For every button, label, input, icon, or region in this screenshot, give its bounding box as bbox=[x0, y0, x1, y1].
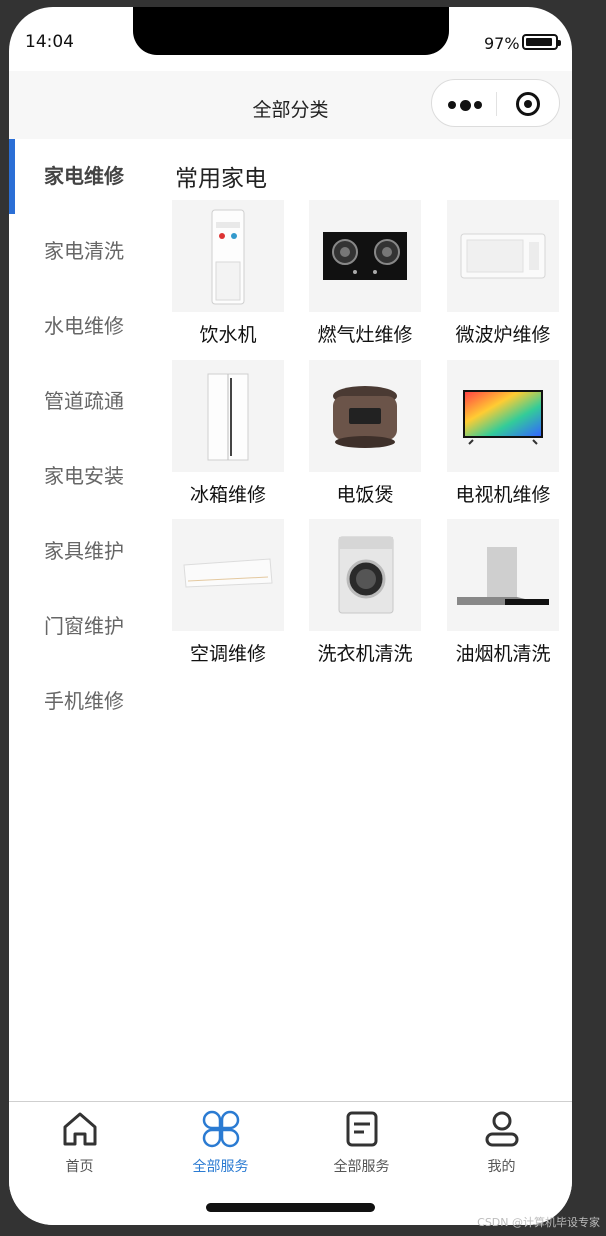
appliance-item[interactable]: 电视机维修 bbox=[447, 360, 559, 510]
sidebar-item-label: 家电安装 bbox=[44, 464, 124, 488]
tab-label: 全部服务 bbox=[192, 1159, 249, 1175]
appliance-item[interactable]: 饮水机 bbox=[172, 200, 284, 350]
appliance-item[interactable]: 洗衣机清洗 bbox=[309, 519, 421, 669]
watermark: CSDN @计算机毕设专家 bbox=[477, 1216, 600, 1229]
section-title: 常用家电 bbox=[175, 166, 267, 192]
document-icon bbox=[346, 1111, 378, 1147]
appliance-label: 冰箱维修 bbox=[189, 484, 266, 506]
appliance-label: 饮水机 bbox=[199, 324, 257, 346]
television-image bbox=[447, 360, 559, 472]
appliance-label: 微波炉维修 bbox=[455, 324, 551, 346]
sidebar-item-label: 管道疏通 bbox=[44, 389, 124, 413]
sidebar-item-label: 家电清洗 bbox=[44, 239, 124, 263]
sidebar-item-furniture-care[interactable]: 家具维护 bbox=[9, 514, 159, 589]
water-dispenser-image bbox=[172, 200, 284, 312]
sidebar-item-appliance-cleaning[interactable]: 家电清洗 bbox=[9, 214, 159, 289]
sidebar-item-label: 家具维护 bbox=[44, 539, 124, 563]
grid-clover-icon bbox=[202, 1110, 240, 1148]
appliance-item[interactable]: 空调维修 bbox=[172, 519, 284, 669]
close-target-icon[interactable] bbox=[516, 92, 540, 116]
appliance-item[interactable]: 电饭煲 bbox=[309, 360, 421, 510]
home-icon bbox=[63, 1112, 97, 1146]
battery-percent: 97% bbox=[484, 34, 520, 53]
tab-all-services[interactable]: 全部服务 bbox=[150, 1102, 291, 1182]
more-icon[interactable] bbox=[448, 100, 484, 111]
gas-stove-image bbox=[309, 200, 421, 312]
mini-program-capsule bbox=[431, 79, 560, 127]
appliance-item[interactable]: 燃气灶维修 bbox=[309, 200, 421, 350]
navigation-bar: 全部分类 bbox=[9, 71, 572, 139]
appliance-item[interactable]: 冰箱维修 bbox=[172, 360, 284, 510]
sidebar-item-label: 水电维修 bbox=[44, 314, 124, 338]
category-sidebar: 家电维修 家电清洗 水电维修 管道疏通 家电安装 家具维护 门窗维护 手机维修 bbox=[9, 139, 159, 739]
sidebar-item-label: 家电维修 bbox=[44, 164, 124, 188]
sidebar-item-label: 手机维修 bbox=[44, 689, 124, 713]
refrigerator-image bbox=[172, 360, 284, 472]
sidebar-item-appliance-install[interactable]: 家电安装 bbox=[9, 439, 159, 514]
washing-machine-image bbox=[309, 519, 421, 631]
phone-screen: 14:04 97% 全部分类 家电维修 家电清洗 水电维修 管道疏通 家电安装 … bbox=[9, 7, 572, 1225]
status-time: 14:04 bbox=[25, 32, 74, 52]
appliance-item[interactable]: 油烟机清洗 bbox=[447, 519, 559, 669]
user-icon bbox=[485, 1111, 519, 1147]
home-indicator bbox=[206, 1203, 375, 1212]
tab-label: 首页 bbox=[65, 1159, 94, 1175]
appliance-label: 电视机维修 bbox=[455, 484, 551, 506]
sidebar-item-door-window-care[interactable]: 门窗维护 bbox=[9, 589, 159, 664]
appliance-label: 油烟机清洗 bbox=[455, 643, 551, 665]
tab-label: 我的 bbox=[487, 1159, 516, 1175]
tab-label: 全部服务 bbox=[333, 1159, 390, 1175]
notch bbox=[133, 7, 449, 55]
sidebar-item-pipe-unclogging[interactable]: 管道疏通 bbox=[9, 364, 159, 439]
range-hood-image bbox=[447, 519, 559, 631]
appliance-label: 电饭煲 bbox=[336, 484, 394, 506]
sidebar-item-appliance-repair[interactable]: 家电维修 bbox=[9, 139, 159, 214]
sidebar-item-phone-repair[interactable]: 手机维修 bbox=[9, 664, 159, 739]
air-conditioner-image bbox=[172, 519, 284, 631]
microwave-image bbox=[447, 200, 559, 312]
appliance-label: 空调维修 bbox=[189, 643, 266, 665]
tab-all-services-2[interactable]: 全部服务 bbox=[291, 1102, 432, 1182]
tab-home[interactable]: 首页 bbox=[9, 1102, 150, 1182]
appliance-label: 洗衣机清洗 bbox=[317, 643, 413, 665]
battery-icon bbox=[522, 34, 561, 50]
sidebar-item-label: 门窗维护 bbox=[44, 614, 124, 638]
capsule-divider bbox=[496, 92, 497, 116]
rice-cooker-image bbox=[309, 360, 421, 472]
appliance-item[interactable]: 微波炉维修 bbox=[447, 200, 559, 350]
appliance-label: 燃气灶维修 bbox=[317, 324, 413, 346]
tab-mine[interactable]: 我的 bbox=[431, 1102, 572, 1182]
sidebar-item-plumbing-electrical[interactable]: 水电维修 bbox=[9, 289, 159, 364]
